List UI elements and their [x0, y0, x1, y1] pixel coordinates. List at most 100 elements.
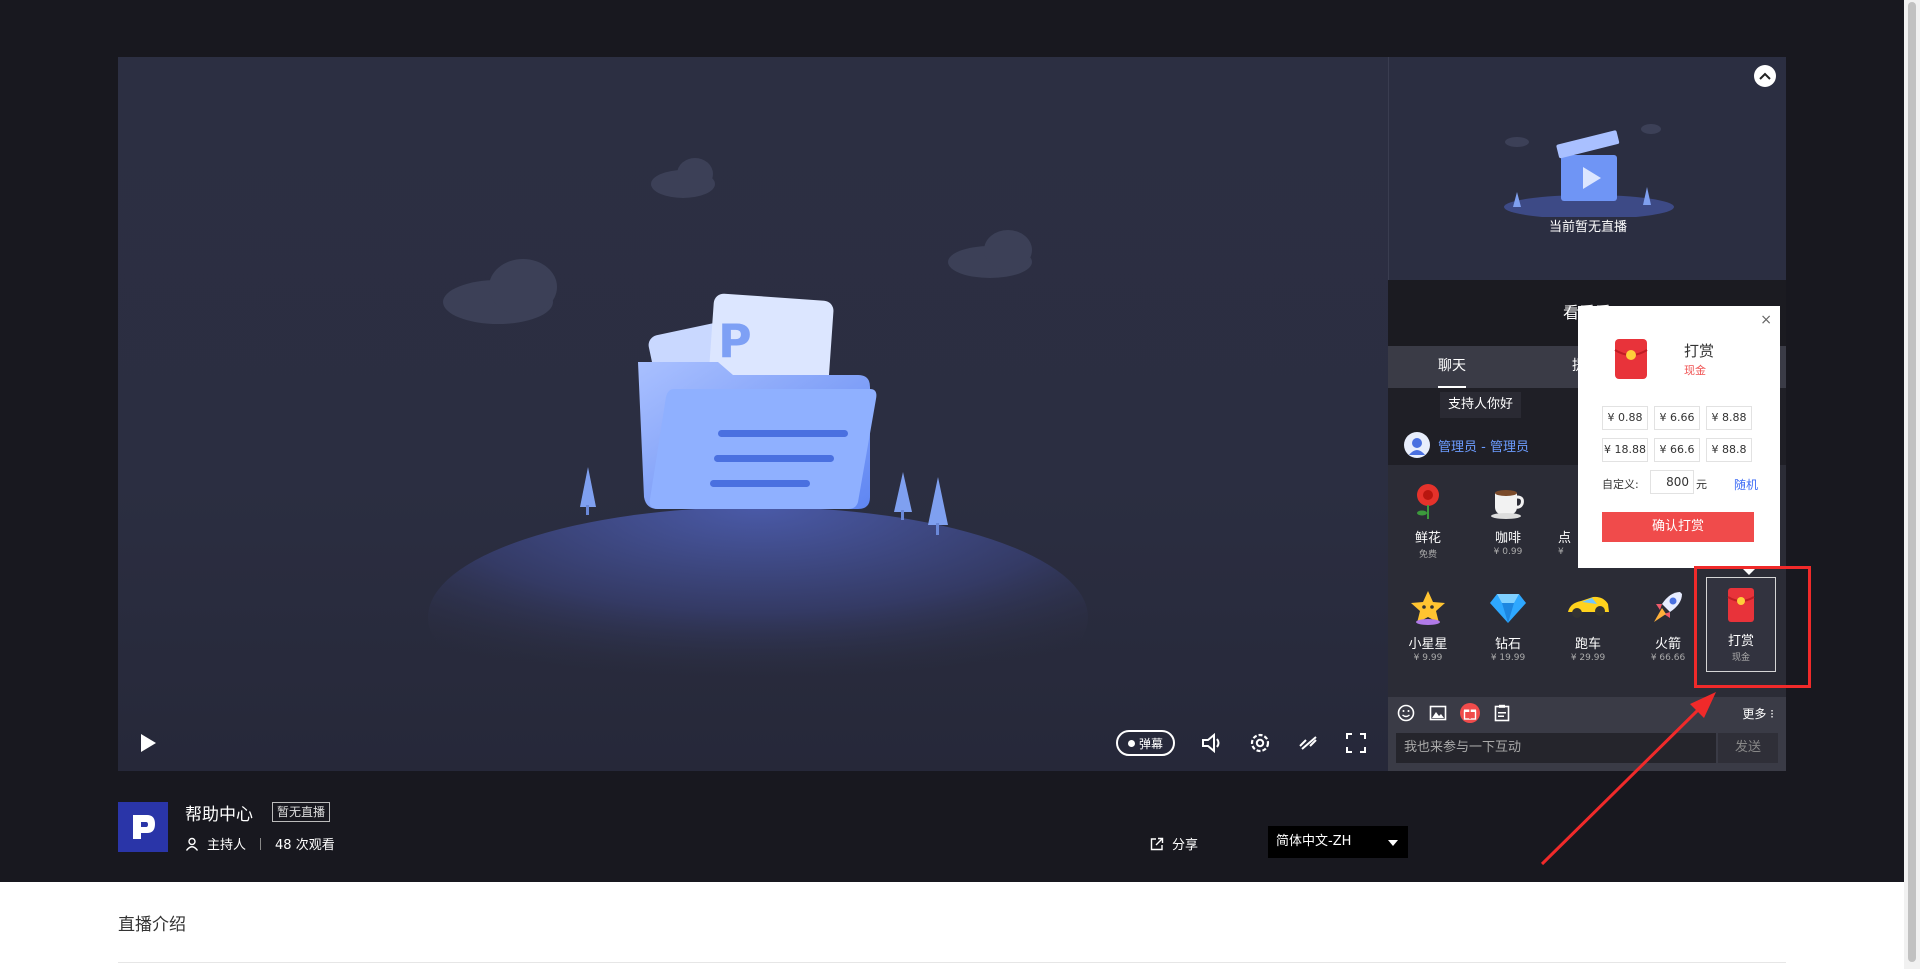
- popup-subtitle: 现金: [1684, 364, 1706, 377]
- user-avatar-icon: [1409, 438, 1425, 455]
- video-player[interactable]: P 弹幕: [118, 57, 1388, 771]
- chat-input-row: 我也来参与一下互动 发送: [1388, 729, 1786, 771]
- gift-name: 钻石: [1494, 637, 1521, 652]
- amount-option[interactable]: ¥ 66.6: [1654, 438, 1700, 462]
- custom-amount-input[interactable]: 800: [1650, 470, 1694, 494]
- gift-item[interactable]: 鲜花 免费: [1388, 479, 1468, 560]
- intro-heading: 直播介绍: [118, 915, 186, 935]
- admin-entry: 管理员 - 管理员: [1404, 432, 1529, 458]
- danmu-toggle[interactable]: 弹幕: [1116, 730, 1176, 756]
- gift-price: ¥ 9.99: [1413, 653, 1443, 663]
- chat-toolbar: 更多 ⁝: [1388, 697, 1786, 729]
- page-scrollbar[interactable]: [1904, 0, 1920, 969]
- refresh-slash-icon: [1299, 736, 1317, 750]
- scrollbar-thumb[interactable]: [1908, 2, 1916, 962]
- random-amount-link[interactable]: 随机: [1734, 476, 1758, 493]
- view-count: 48 次观看: [275, 838, 335, 853]
- play-button[interactable]: [130, 725, 166, 761]
- notice-button[interactable]: [1492, 703, 1512, 723]
- language-select[interactable]: 简体中文-ZH: [1268, 826, 1408, 858]
- admin-name: 管理员 - 管理员: [1438, 439, 1529, 455]
- status-badge: 暂无直播: [272, 802, 331, 822]
- user-icon: [185, 837, 199, 851]
- gift-price: ¥ 29.99: [1570, 653, 1606, 663]
- room-title: 帮助中心: [185, 805, 253, 825]
- clipboard-icon: [1494, 704, 1510, 722]
- danmu-label: 弹幕: [1139, 736, 1164, 751]
- host-label: 主持人: [207, 838, 247, 853]
- confirm-reward-button[interactable]: 确认打赏: [1602, 512, 1754, 542]
- live-preview: 当前暂无直播: [1388, 57, 1786, 280]
- volume-icon: [1202, 733, 1220, 753]
- gift-name: 小星星: [1408, 637, 1448, 652]
- red-envelope-icon: [1614, 338, 1648, 384]
- caret-down-icon: [1388, 840, 1398, 846]
- chat-input[interactable]: 我也来参与一下互动: [1396, 733, 1716, 763]
- amount-option[interactable]: ¥ 6.66: [1654, 406, 1700, 430]
- more-menu[interactable]: 更多 ⁝: [1742, 705, 1774, 722]
- share-icon: [1150, 837, 1164, 850]
- toggle-dot: [1128, 739, 1135, 747]
- amount-option[interactable]: ¥ 18.88: [1602, 438, 1648, 462]
- language-value: 简体中文-ZH: [1276, 834, 1352, 849]
- send-button[interactable]: 发送: [1718, 733, 1778, 763]
- rocket-icon: [1654, 592, 1682, 622]
- share-button[interactable]: 分享: [1150, 834, 1198, 853]
- custom-amount-label: 自定义:: [1602, 478, 1639, 491]
- popup-title: 打赏: [1684, 342, 1715, 360]
- quality-button[interactable]: [1290, 725, 1326, 761]
- tab-chat[interactable]: 聊天: [1438, 346, 1466, 388]
- gift-item[interactable]: 钻石 ¥ 19.99: [1468, 585, 1548, 663]
- chat-message: 支持人你好: [1440, 392, 1522, 418]
- clapperboard-illustration: [1504, 124, 1674, 217]
- no-live-text: 当前暂无直播: [1548, 220, 1627, 235]
- share-label: 分享: [1172, 838, 1199, 853]
- gift-name: 跑车: [1574, 637, 1601, 652]
- channel-logo: [118, 802, 168, 852]
- player-controls: 弹幕: [118, 715, 1388, 771]
- chevron-up-icon: [1759, 72, 1771, 80]
- fullscreen-button[interactable]: [1338, 725, 1374, 761]
- p-logo-icon: [133, 815, 155, 839]
- currency-unit: 元: [1696, 478, 1707, 491]
- image-icon: [1429, 705, 1447, 721]
- amount-option[interactable]: ¥ 88.8: [1706, 438, 1752, 462]
- amount-option[interactable]: ¥ 8.88: [1706, 406, 1752, 430]
- annotation-highlight-box: [1694, 566, 1811, 688]
- gift-item[interactable]: 跑车 ¥ 29.99: [1548, 585, 1628, 663]
- image-button[interactable]: [1428, 703, 1448, 723]
- gift-price: ¥ 0.99: [1493, 547, 1523, 557]
- fullscreen-icon: [1346, 733, 1366, 753]
- gift-item[interactable]: 小星星 ¥ 9.99: [1388, 585, 1468, 663]
- gift-item[interactable]: 咖啡 ¥ 0.99: [1468, 479, 1548, 557]
- gift-button[interactable]: [1460, 703, 1480, 723]
- play-icon: [141, 734, 156, 752]
- empty-illustration: P: [428, 158, 1088, 727]
- star-icon: [1411, 591, 1445, 625]
- emoji-button[interactable]: [1396, 703, 1416, 723]
- gift-price: 免费: [1418, 550, 1437, 560]
- smile-icon: [1397, 704, 1415, 722]
- gift-price: ¥ 19.99: [1490, 653, 1526, 663]
- coffee-icon: [1491, 490, 1524, 519]
- gift-name: 鲜花: [1414, 531, 1441, 546]
- diamond-icon: [1490, 594, 1526, 623]
- gift-icon: [1463, 709, 1477, 720]
- gear-icon: [1250, 733, 1270, 753]
- reward-popup: × 打赏 现金 ¥ 0.88 ¥ 6.66 ¥ 8.88 ¥ 18.88 ¥ 6…: [1578, 306, 1780, 568]
- divider: [260, 837, 262, 850]
- sports-car-icon: [1568, 596, 1609, 618]
- svg-text:P: P: [718, 314, 752, 368]
- settings-button[interactable]: [1242, 725, 1278, 761]
- rose-icon: [1417, 484, 1439, 519]
- collapse-button[interactable]: [1754, 65, 1776, 87]
- amount-option[interactable]: ¥ 0.88: [1602, 406, 1648, 430]
- more-label: 更多: [1742, 707, 1767, 721]
- folder-icon: P: [638, 293, 877, 509]
- avatar: [1404, 432, 1430, 458]
- volume-button[interactable]: [1194, 725, 1230, 761]
- gift-name: 咖啡: [1494, 531, 1521, 546]
- close-icon[interactable]: ×: [1760, 312, 1772, 328]
- intro-divider: [118, 962, 1786, 963]
- room-meta: 主持人 48 次观看: [185, 834, 335, 853]
